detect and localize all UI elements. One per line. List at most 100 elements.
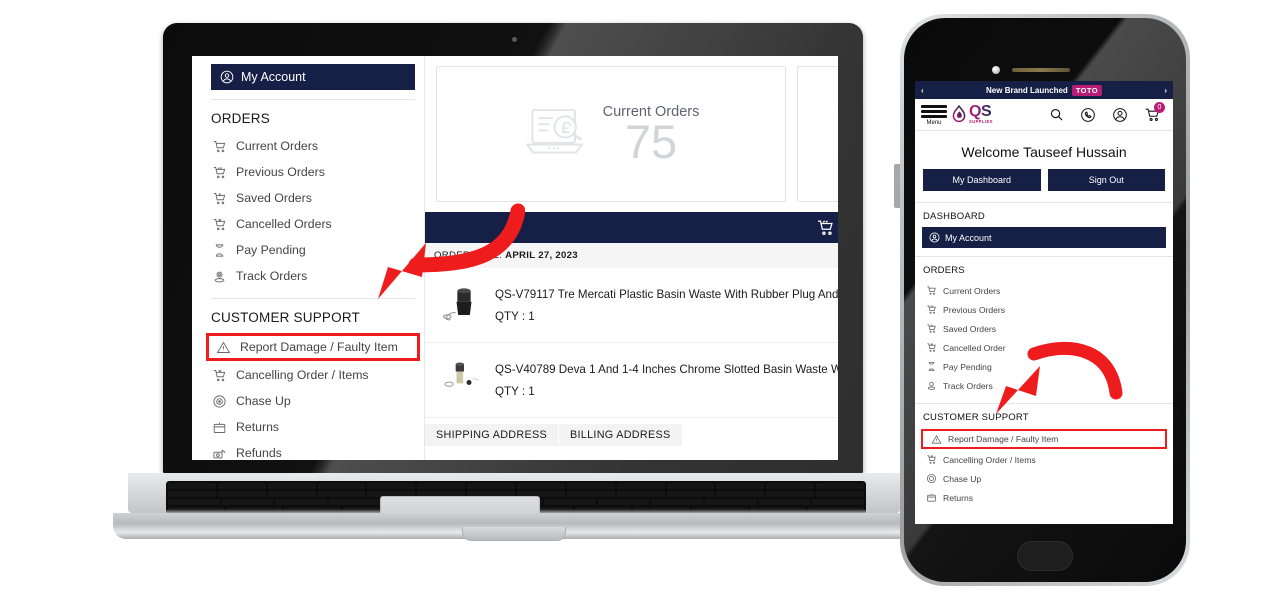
- my-dashboard-button[interactable]: My Dashboard: [923, 169, 1041, 191]
- tab-billing-address[interactable]: BILLING ADDRESS: [559, 424, 682, 446]
- banner-text: New Brand Launched: [986, 85, 1068, 95]
- phone-account-bar[interactable]: My Account: [922, 227, 1166, 248]
- phone-item-label: Track Orders: [943, 380, 993, 391]
- sidebar-item-pay-pending[interactable]: Pay Pending: [202, 237, 424, 263]
- sidebar-item-cancelling-order[interactable]: Cancelling Order / Items: [202, 362, 424, 388]
- sidebar-section-orders-title: ORDERS: [211, 111, 270, 126]
- phone-screen: ‹ New Brand Launched TOTO › Menu QS SUPP…: [915, 81, 1173, 524]
- hamburger-icon: [921, 105, 947, 118]
- sidebar-item-label: Saved Orders: [236, 191, 312, 205]
- cart-x-icon: [211, 367, 227, 383]
- search-icon: [1049, 107, 1064, 122]
- product-title: QS-V40789 Deva 1 And 1-4 Inches Chrome S…: [495, 362, 838, 376]
- sidebar-item-returns[interactable]: Returns: [202, 414, 424, 440]
- phone-home-button[interactable]: [1017, 541, 1073, 571]
- sidebar-item-chase-up[interactable]: Chase Up: [202, 388, 424, 414]
- cart-button[interactable]: 0: [1137, 102, 1167, 123]
- banner-next-icon[interactable]: ›: [1164, 86, 1167, 95]
- phone-item-track-orders[interactable]: Track Orders: [915, 376, 1173, 395]
- cart-back-icon: [211, 164, 227, 180]
- sidebar-item-previous-orders[interactable]: Previous Orders: [202, 159, 424, 185]
- sidebar-item-label: Current Orders: [236, 139, 319, 153]
- desktop-page: My Account ORDERS Current Orders Previou…: [192, 56, 838, 460]
- tab-shipping-address[interactable]: SHIPPING ADDRESS: [425, 424, 558, 446]
- order-product-row[interactable]: QS-V79117 Tre Mercati Plastic Basin Wast…: [425, 268, 838, 343]
- phone-item-previous-orders[interactable]: Previous Orders: [915, 300, 1173, 319]
- phone-item-current-orders[interactable]: Current Orders: [915, 281, 1173, 300]
- user-circle-icon: [929, 232, 940, 243]
- sidebar-item-label: Returns: [236, 420, 280, 434]
- sidebar-account-bar[interactable]: My Account: [211, 64, 415, 90]
- phone-item-label: Cancelling Order / Items: [943, 454, 1036, 465]
- sidebar-item-label: Refunds: [236, 446, 282, 460]
- phone-item-label: Saved Orders: [943, 323, 997, 334]
- order-product-row[interactable]: QS-V40789 Deva 1 And 1-4 Inches Chrome S…: [425, 343, 838, 418]
- sidebar-item-cancelled-orders[interactable]: Cancelled Orders: [202, 211, 424, 237]
- hourglass-icon: [211, 242, 227, 258]
- banner-prev-icon[interactable]: ‹: [921, 86, 924, 95]
- sidebar-section-support-title: CUSTOMER SUPPORT: [211, 310, 360, 325]
- cart-count-badge: 0: [1154, 102, 1165, 113]
- warning-triangle-icon: [930, 433, 942, 445]
- hamburger-menu-button[interactable]: Menu: [921, 103, 947, 127]
- sign-out-button[interactable]: Sign Out: [1047, 169, 1165, 191]
- order-id-group: ORDER ID: QS-32: [837, 248, 838, 263]
- cart-x-icon: [211, 216, 227, 232]
- logo-text: QS: [969, 103, 992, 121]
- laptop-device: My Account ORDERS Current Orders Previou…: [0, 0, 915, 600]
- phone-icon: [1080, 107, 1096, 123]
- laptop-webcam-icon: [512, 37, 517, 42]
- current-order-header: Your Current: [425, 212, 838, 243]
- search-button[interactable]: [1041, 107, 1071, 122]
- phone-item-label: Pay Pending: [943, 361, 992, 372]
- product-thumbnail: [433, 354, 485, 406]
- promo-banner: ‹ New Brand Launched TOTO ›: [915, 81, 1173, 99]
- sidebar-item-report-damage[interactable]: Report Damage / Faulty Item: [206, 333, 420, 361]
- phone-item-cancelling-order[interactable]: Cancelling Order / Items: [915, 450, 1173, 469]
- phone-item-cancelled-order[interactable]: Cancelled Order: [915, 338, 1173, 357]
- sidebar-item-label: Chase Up: [236, 394, 291, 408]
- warning-triangle-icon: [215, 339, 231, 355]
- phone-item-chase-up[interactable]: Chase Up: [915, 469, 1173, 488]
- sidebar-item-label: Pay Pending: [236, 243, 306, 257]
- phone-section-dashboard-title: DASHBOARD: [923, 211, 985, 222]
- user-circle-icon: [220, 70, 234, 84]
- product-qty: QTY : 1: [495, 384, 535, 398]
- stat-card-current-orders[interactable]: Current Orders 75: [436, 66, 786, 202]
- cart-x-icon: [925, 342, 937, 354]
- phone-item-pay-pending[interactable]: Pay Pending: [915, 357, 1173, 376]
- phone-top-nav: Menu QS SUPPLIES 0: [915, 99, 1173, 131]
- return-box-icon: [211, 419, 227, 435]
- sidebar-item-label: Previous Orders: [236, 165, 325, 179]
- account-button[interactable]: [1105, 107, 1135, 123]
- address-tabs: SHIPPING ADDRESS BILLING ADDRESS Total: [425, 418, 838, 446]
- phone-section-orders-title: ORDERS: [923, 265, 965, 276]
- phone-item-returns[interactable]: Returns: [915, 488, 1173, 507]
- order-date-label: ORDER DATE:: [434, 250, 503, 261]
- phone-item-report-damage[interactable]: Report Damage / Faulty Item: [921, 429, 1167, 449]
- phone-item-label: Cancelled Order: [943, 342, 1006, 353]
- sidebar-item-track-orders[interactable]: Track Orders: [202, 263, 424, 289]
- phone-volume-button[interactable]: [894, 164, 900, 208]
- phone-item-label: Report Damage / Faulty Item: [948, 434, 1059, 444]
- product-title: QS-V79117 Tre Mercati Plastic Basin Wast…: [495, 287, 838, 301]
- logo-subtext: SUPPLIES: [969, 119, 993, 125]
- call-button[interactable]: [1073, 107, 1103, 123]
- phone-account-label: My Account: [945, 232, 992, 243]
- sidebar-item-refunds[interactable]: Refunds: [202, 440, 424, 460]
- sidebar-item-current-orders[interactable]: Current Orders: [202, 133, 424, 159]
- stat-card-secondary[interactable]: [797, 66, 838, 202]
- brand-logo[interactable]: QS SUPPLIES: [951, 104, 993, 124]
- phone-device: ‹ New Brand Launched TOTO › Menu QS SUPP…: [894, 14, 1190, 586]
- phone-speaker-grille: [1012, 68, 1070, 72]
- laptop-screen: My Account ORDERS Current Orders Previou…: [192, 56, 838, 460]
- order-date-value: APRIL 27, 2023: [505, 250, 578, 261]
- menu-label: Menu: [926, 120, 942, 127]
- order-meta-row: ORDER DATE: APRIL 27, 2023 ORDER ID: QS-…: [425, 243, 838, 268]
- cart-down-icon: [925, 323, 937, 335]
- phone-item-saved-orders[interactable]: Saved Orders: [915, 319, 1173, 338]
- sidebar-item-saved-orders[interactable]: Saved Orders: [202, 185, 424, 211]
- droplet-icon: [951, 105, 967, 123]
- phone-item-label: Previous Orders: [943, 304, 1006, 315]
- refund-icon: [211, 445, 227, 460]
